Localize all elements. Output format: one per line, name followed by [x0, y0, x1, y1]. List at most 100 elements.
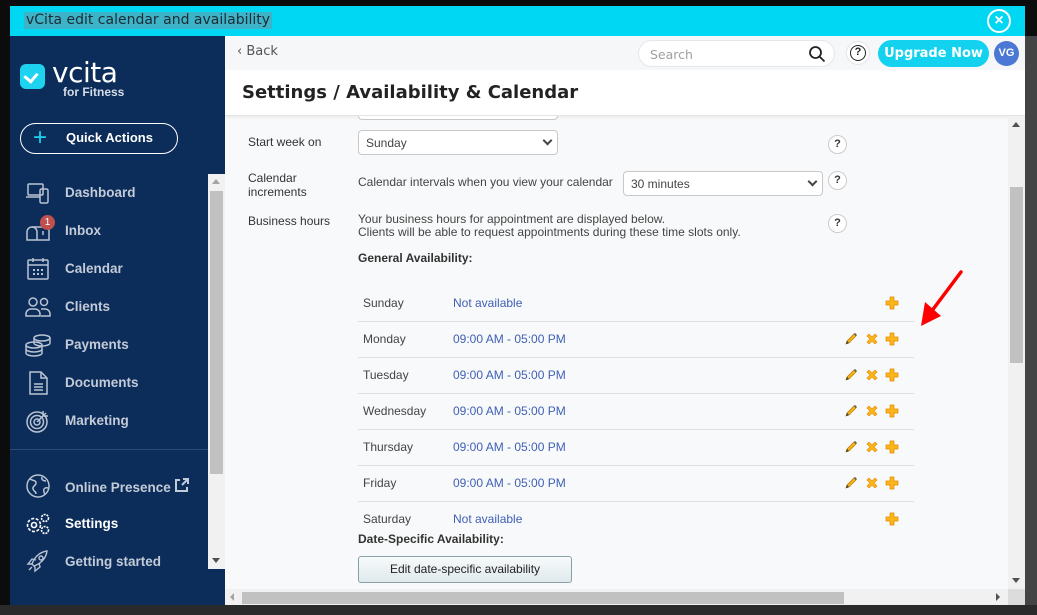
sidebar-item-inbox[interactable]: 1 Inbox — [10, 212, 208, 250]
business-hours-description: Your business hours for appointment are … — [358, 213, 741, 239]
add-plus-icon[interactable] — [885, 296, 899, 310]
quick-actions-button[interactable]: + Quick Actions — [20, 123, 178, 154]
help-button[interactable]: ? — [846, 41, 870, 65]
content-vertical-scrollbar[interactable] — [1008, 116, 1025, 589]
clients-icon — [25, 297, 51, 317]
hours-link[interactable]: Not available — [453, 512, 522, 526]
horizontal-scroll-thumb[interactable] — [242, 592, 844, 604]
background — [0, 0, 10, 615]
add-plus-icon[interactable] — [885, 440, 899, 454]
red-annotation-arrow-icon — [921, 270, 963, 326]
business-hours-help-icon[interactable]: ? — [828, 214, 847, 233]
sidebar-item-online-presence[interactable]: Online Presence — [10, 467, 208, 505]
delete-x-icon[interactable] — [865, 440, 879, 454]
start-week-label: Start week on — [248, 135, 322, 149]
delete-x-icon[interactable] — [865, 476, 879, 490]
globe-icon — [26, 474, 50, 498]
previous-select-partial[interactable] — [358, 116, 558, 120]
calendar-increments-help-icon[interactable]: ? — [828, 171, 847, 190]
sidebar-item-documents[interactable]: Documents — [10, 364, 208, 402]
sidebar-item-dashboard[interactable]: Dashboard — [10, 174, 208, 212]
sidebar-item-label: Getting started — [65, 554, 162, 569]
day-label: Monday — [363, 332, 406, 346]
scroll-down-arrow-icon[interactable] — [212, 558, 220, 563]
chevron-down-icon — [807, 176, 818, 187]
start-week-help-icon[interactable]: ? — [828, 135, 847, 154]
edit-date-specific-button[interactable]: Edit date-specific availability — [358, 556, 572, 583]
back-button[interactable]: ‹ Back — [237, 44, 278, 59]
sidebar-item-label: Calendar — [65, 261, 123, 276]
top-bar: ‹ Back ? Upgrade Now VG — [225, 36, 1025, 70]
close-icon[interactable]: × — [987, 9, 1011, 33]
scroll-left-arrow-icon[interactable] — [230, 593, 234, 601]
pencil-icon[interactable] — [844, 440, 858, 454]
sidebar-divider — [10, 449, 208, 450]
background-right — [1025, 36, 1037, 615]
search-box[interactable] — [638, 40, 835, 67]
coins-icon — [25, 334, 51, 357]
availability-table: Sunday Not available Monday 09:00 AM - 05:0… — [358, 286, 914, 538]
sidebar-item-settings[interactable]: Settings — [10, 505, 208, 543]
avatar[interactable]: VG — [994, 41, 1019, 66]
hours-link[interactable]: 09:00 AM - 05:00 PM — [453, 332, 566, 346]
window-titlebar: vCita edit calendar and availability × — [10, 6, 1025, 36]
hours-link[interactable]: 09:00 AM - 05:00 PM — [453, 404, 566, 418]
hours-link[interactable]: 09:00 AM - 05:00 PM — [453, 476, 566, 490]
search-input[interactable] — [650, 45, 800, 63]
pencil-icon[interactable] — [844, 332, 858, 346]
calendar-increments-select[interactable]: 30 minutes — [623, 171, 823, 196]
chevron-down-icon — [542, 135, 553, 146]
sidebar-item-calendar[interactable]: Calendar — [10, 250, 208, 288]
vertical-scroll-thumb[interactable] — [1010, 187, 1023, 363]
sidebar-item-label: Payments — [65, 337, 129, 352]
sidebar-bottom-nav: Online Presence Settings Getting started — [10, 467, 208, 581]
add-plus-icon[interactable] — [885, 404, 899, 418]
sidebar-scrollbar[interactable] — [208, 174, 225, 569]
sidebar-nav: Dashboard 1 Inbox Calendar Clients Payme… — [10, 174, 208, 440]
content-horizontal-scrollbar[interactable] — [225, 589, 1008, 605]
delete-x-icon[interactable] — [865, 404, 879, 418]
sidebar-item-marketing[interactable]: Marketing — [10, 402, 208, 440]
inbox-badge: 1 — [40, 215, 55, 230]
sidebar-item-payments[interactable]: Payments — [10, 326, 208, 364]
sidebar-item-label: Online Presence — [65, 478, 189, 495]
hours-link[interactable]: 09:00 AM - 05:00 PM — [453, 440, 566, 454]
label-line: Calendar — [248, 171, 297, 185]
add-plus-icon[interactable] — [885, 368, 899, 382]
upgrade-now-button[interactable]: Upgrade Now — [878, 40, 989, 67]
window-title: vCita edit calendar and availability — [24, 12, 273, 29]
pencil-icon[interactable] — [844, 404, 858, 418]
add-plus-icon[interactable] — [885, 476, 899, 490]
availability-row-thursday: Thursday 09:00 AM - 05:00 PM — [358, 430, 914, 466]
scroll-up-arrow-icon[interactable] — [212, 179, 220, 184]
scroll-right-arrow-icon[interactable] — [996, 593, 1000, 601]
sidebar-scroll-thumb[interactable] — [210, 191, 223, 474]
delete-x-icon[interactable] — [865, 368, 879, 382]
add-plus-icon[interactable] — [885, 332, 899, 346]
delete-x-icon[interactable] — [865, 332, 879, 346]
scroll-up-arrow-icon[interactable] — [1012, 122, 1020, 127]
hours-link[interactable]: 09:00 AM - 05:00 PM — [453, 368, 566, 382]
start-week-value: Sunday — [366, 136, 407, 150]
pencil-icon[interactable] — [844, 476, 858, 490]
sidebar-item-clients[interactable]: Clients — [10, 288, 208, 326]
search-icon[interactable] — [808, 45, 826, 63]
sidebar-item-label: Clients — [65, 299, 111, 314]
hours-link[interactable]: Not available — [453, 296, 522, 310]
sidebar-item-label: Documents — [65, 375, 139, 390]
availability-row-tuesday: Tuesday 09:00 AM - 05:00 PM — [358, 358, 914, 394]
question-icon: ? — [850, 45, 866, 61]
page-header: Settings / Availability & Calendar — [225, 70, 1025, 116]
scroll-down-arrow-icon[interactable] — [1012, 578, 1020, 583]
date-specific-heading: Date-Specific Availability: — [358, 532, 504, 546]
start-week-select[interactable]: Sunday — [358, 130, 558, 155]
rocket-icon — [26, 550, 48, 573]
sidebar-item-label: Inbox — [65, 223, 101, 238]
sidebar-item-label: Settings — [65, 516, 119, 531]
devices-icon — [26, 183, 49, 204]
add-plus-icon[interactable] — [885, 512, 899, 526]
online-presence-label: Online Presence — [65, 480, 171, 495]
pencil-icon[interactable] — [844, 368, 858, 382]
sidebar-item-getting-started[interactable]: Getting started — [10, 543, 208, 581]
day-label: Sunday — [363, 296, 404, 310]
